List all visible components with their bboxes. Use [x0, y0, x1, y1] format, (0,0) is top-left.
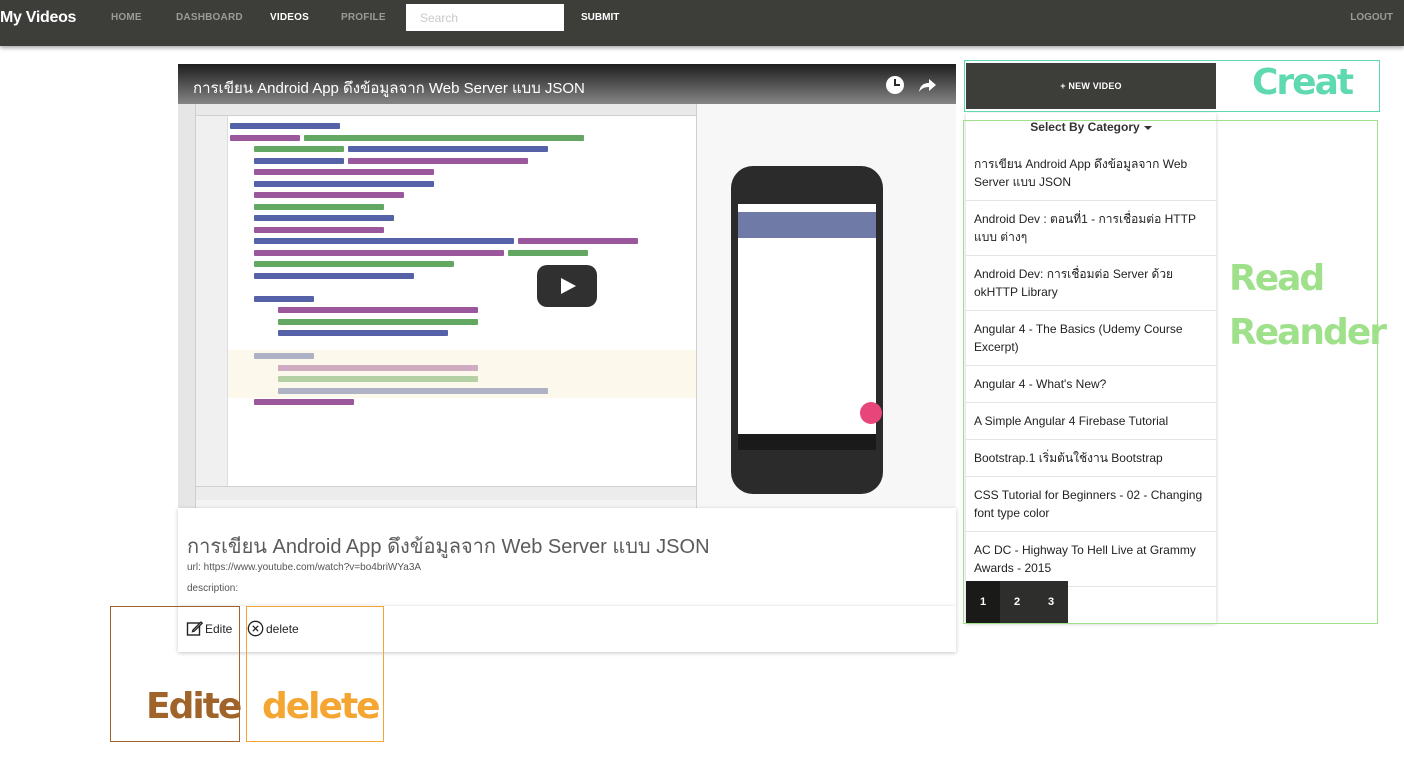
- video-frame-code-token: [254, 261, 454, 267]
- video-frame-code-editor: [228, 116, 696, 496]
- video-frame-code-token: [254, 249, 504, 256]
- video-frame-code-token: [254, 192, 404, 198]
- video-frame-code-line: [230, 323, 696, 336]
- annotation-label-creat: Creat: [1252, 62, 1354, 103]
- video-frame-code-line: [230, 254, 696, 267]
- video-frame-highlight: [228, 350, 696, 398]
- nav-dashboard[interactable]: DASHBOARD: [176, 12, 243, 23]
- video-player[interactable]: การเขียน Android App ดึงข้อมูลจาก Web Se…: [178, 64, 956, 508]
- player-title[interactable]: การเขียน Android App ดึงข้อมูลจาก Web Se…: [193, 76, 585, 100]
- annotation-label-read: Read Reander: [1229, 258, 1387, 353]
- video-frame-code-token: [254, 169, 434, 175]
- video-frame-code-line: [230, 174, 696, 187]
- video-frame-code-line: [230, 312, 696, 325]
- video-frame-code-token: [254, 157, 344, 164]
- video-frame-code-line: [230, 277, 696, 289]
- video-frame-phone-appbar: [738, 212, 876, 238]
- video-frame-code-line: [230, 139, 696, 152]
- video-frame-ide-tabs: [196, 104, 696, 116]
- video-description: description:: [187, 583, 239, 594]
- video-frame-code-line: [230, 220, 696, 233]
- annotation-label-delete: delete: [262, 686, 381, 727]
- video-frame-code-line: [230, 162, 696, 175]
- nav-home[interactable]: HOME: [111, 12, 142, 23]
- play-icon[interactable]: [537, 265, 597, 307]
- nav-videos[interactable]: VIDEOS: [270, 12, 309, 23]
- video-frame-code-token: [278, 330, 448, 336]
- video-frame-code-token: [254, 295, 314, 302]
- video-frame-code-line: [230, 116, 696, 129]
- video-frame-code-token: [254, 146, 344, 152]
- video-frame-code-line: [230, 266, 696, 279]
- video-frame-code-token: [518, 238, 638, 244]
- annotation-box-read: [963, 120, 1378, 624]
- video-frame-code-line: [230, 289, 696, 302]
- video-frame-line-gutter: [196, 116, 228, 496]
- video-frame-code-token: [254, 180, 434, 187]
- brand-logo[interactable]: My Videos: [0, 9, 76, 27]
- video-frame-code-line: [230, 300, 696, 313]
- video-frame-code-token: [348, 146, 548, 152]
- video-frame-code-token: [254, 272, 414, 279]
- video-frame-phone-navbar: [738, 434, 876, 450]
- video-frame-code-line: [230, 128, 696, 141]
- navbar: My Videos HOME DASHBOARD VIDEOS PROFILE …: [0, 0, 1404, 46]
- video-frame-code-token: [278, 307, 478, 313]
- video-frame-code-token: [230, 134, 300, 141]
- annotation-label-edit: Edite: [146, 686, 242, 727]
- video-frame-phone-screen: [738, 204, 876, 434]
- video-frame-code-line: [230, 185, 696, 198]
- video-frame-code-token: [254, 226, 384, 233]
- video-frame-code-token: [304, 134, 584, 141]
- search-input[interactable]: [406, 4, 564, 31]
- logout-link[interactable]: LOGOUT: [1350, 12, 1393, 23]
- video-frame-code-line: [230, 404, 696, 416]
- video-url: url: https://www.youtube.com/watch?v=bo4…: [187, 562, 422, 573]
- video-frame-code-line: [230, 197, 696, 210]
- submit-button[interactable]: SUBMIT: [581, 12, 619, 23]
- video-frame-ide-sidebar: [178, 104, 196, 508]
- video-frame-ide-statusbar: [196, 486, 696, 500]
- video-frame-code-token: [348, 157, 528, 164]
- video-frame-code-line: [230, 208, 696, 221]
- video-frame-code-line: [230, 335, 696, 347]
- share-icon[interactable]: [918, 75, 938, 95]
- video-frame-code-token: [508, 249, 588, 256]
- video-frame-code-token: [254, 203, 384, 210]
- video-frame-code-token: [254, 215, 394, 221]
- video-frame-code-line: [230, 231, 696, 244]
- video-frame-code-line: [230, 243, 696, 256]
- video-title: การเขียน Android App ดึงข้อมูลจาก Web Se…: [187, 536, 710, 558]
- video-info-card: การเขียน Android App ดึงข้อมูลจาก Web Se…: [178, 508, 956, 606]
- video-frame-code-token: [278, 318, 478, 325]
- video-frame-code-token: [254, 399, 354, 405]
- video-frame-code-token: [230, 123, 340, 129]
- nav-profile[interactable]: PROFILE: [341, 12, 386, 23]
- watch-later-icon[interactable]: [886, 76, 904, 94]
- video-frame-fab: [860, 402, 882, 424]
- video-frame-code-line: [230, 151, 696, 164]
- video-frame-code-token: [254, 238, 514, 244]
- player-titlebar: การเขียน Android App ดึงข้อมูลจาก Web Se…: [178, 64, 956, 104]
